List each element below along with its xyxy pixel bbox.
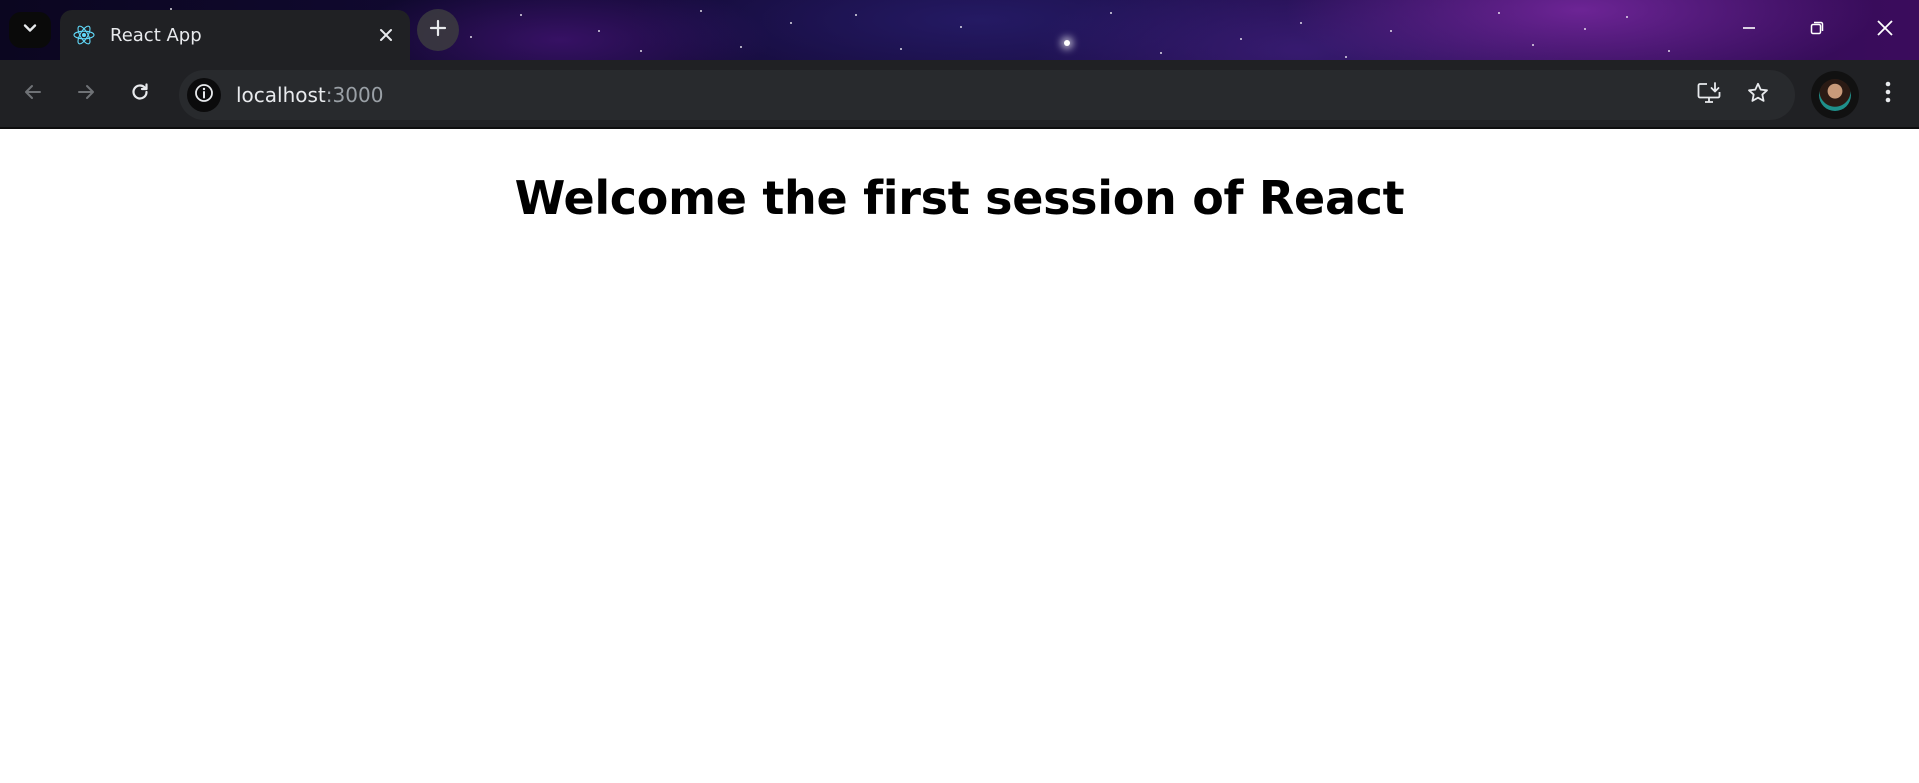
page-heading: Welcome the first session of React (514, 171, 1405, 225)
restore-button[interactable] (1782, 0, 1851, 60)
close-icon (1876, 19, 1894, 42)
install-app-icon (1697, 81, 1723, 110)
more-vert-icon (1884, 80, 1892, 109)
url-host: localhost (236, 83, 326, 107)
tab-react-app[interactable]: React App (60, 10, 410, 60)
reload-icon (129, 81, 151, 108)
address-bar[interactable]: localhost:3000 (179, 70, 1795, 120)
browser-menu-button[interactable] (1870, 74, 1906, 114)
restore-icon (1809, 20, 1825, 41)
minimize-button[interactable] (1714, 0, 1783, 60)
arrow-right-icon (75, 81, 97, 108)
tab-title: React App (110, 24, 202, 46)
react-logo-icon (72, 23, 96, 47)
back-button[interactable] (13, 74, 53, 114)
forward-button[interactable] (66, 74, 106, 114)
star-icon (1746, 81, 1770, 110)
browser-toolbar: localhost:3000 (0, 60, 1919, 129)
minimize-icon (1741, 20, 1757, 41)
reload-button[interactable] (120, 74, 160, 114)
new-tab-button[interactable] (417, 9, 459, 51)
profile-button[interactable] (1811, 71, 1859, 119)
page-content: Welcome the first session of React (0, 131, 1919, 783)
avatar (1819, 79, 1851, 111)
close-window-button[interactable] (1850, 0, 1919, 60)
install-app-button[interactable] (1694, 79, 1726, 111)
tab-search-button[interactable] (9, 12, 51, 48)
browser-title-bar: React App (0, 0, 1919, 60)
info-icon (194, 83, 214, 108)
plus-icon (429, 19, 447, 42)
chevron-down-icon (22, 20, 38, 41)
url-port: :3000 (325, 83, 384, 107)
arrow-left-icon (22, 81, 44, 108)
close-icon[interactable] (374, 23, 398, 47)
site-info-button[interactable] (187, 78, 221, 112)
bookmark-button[interactable] (1742, 79, 1774, 111)
url-text[interactable]: localhost:3000 (236, 83, 383, 107)
